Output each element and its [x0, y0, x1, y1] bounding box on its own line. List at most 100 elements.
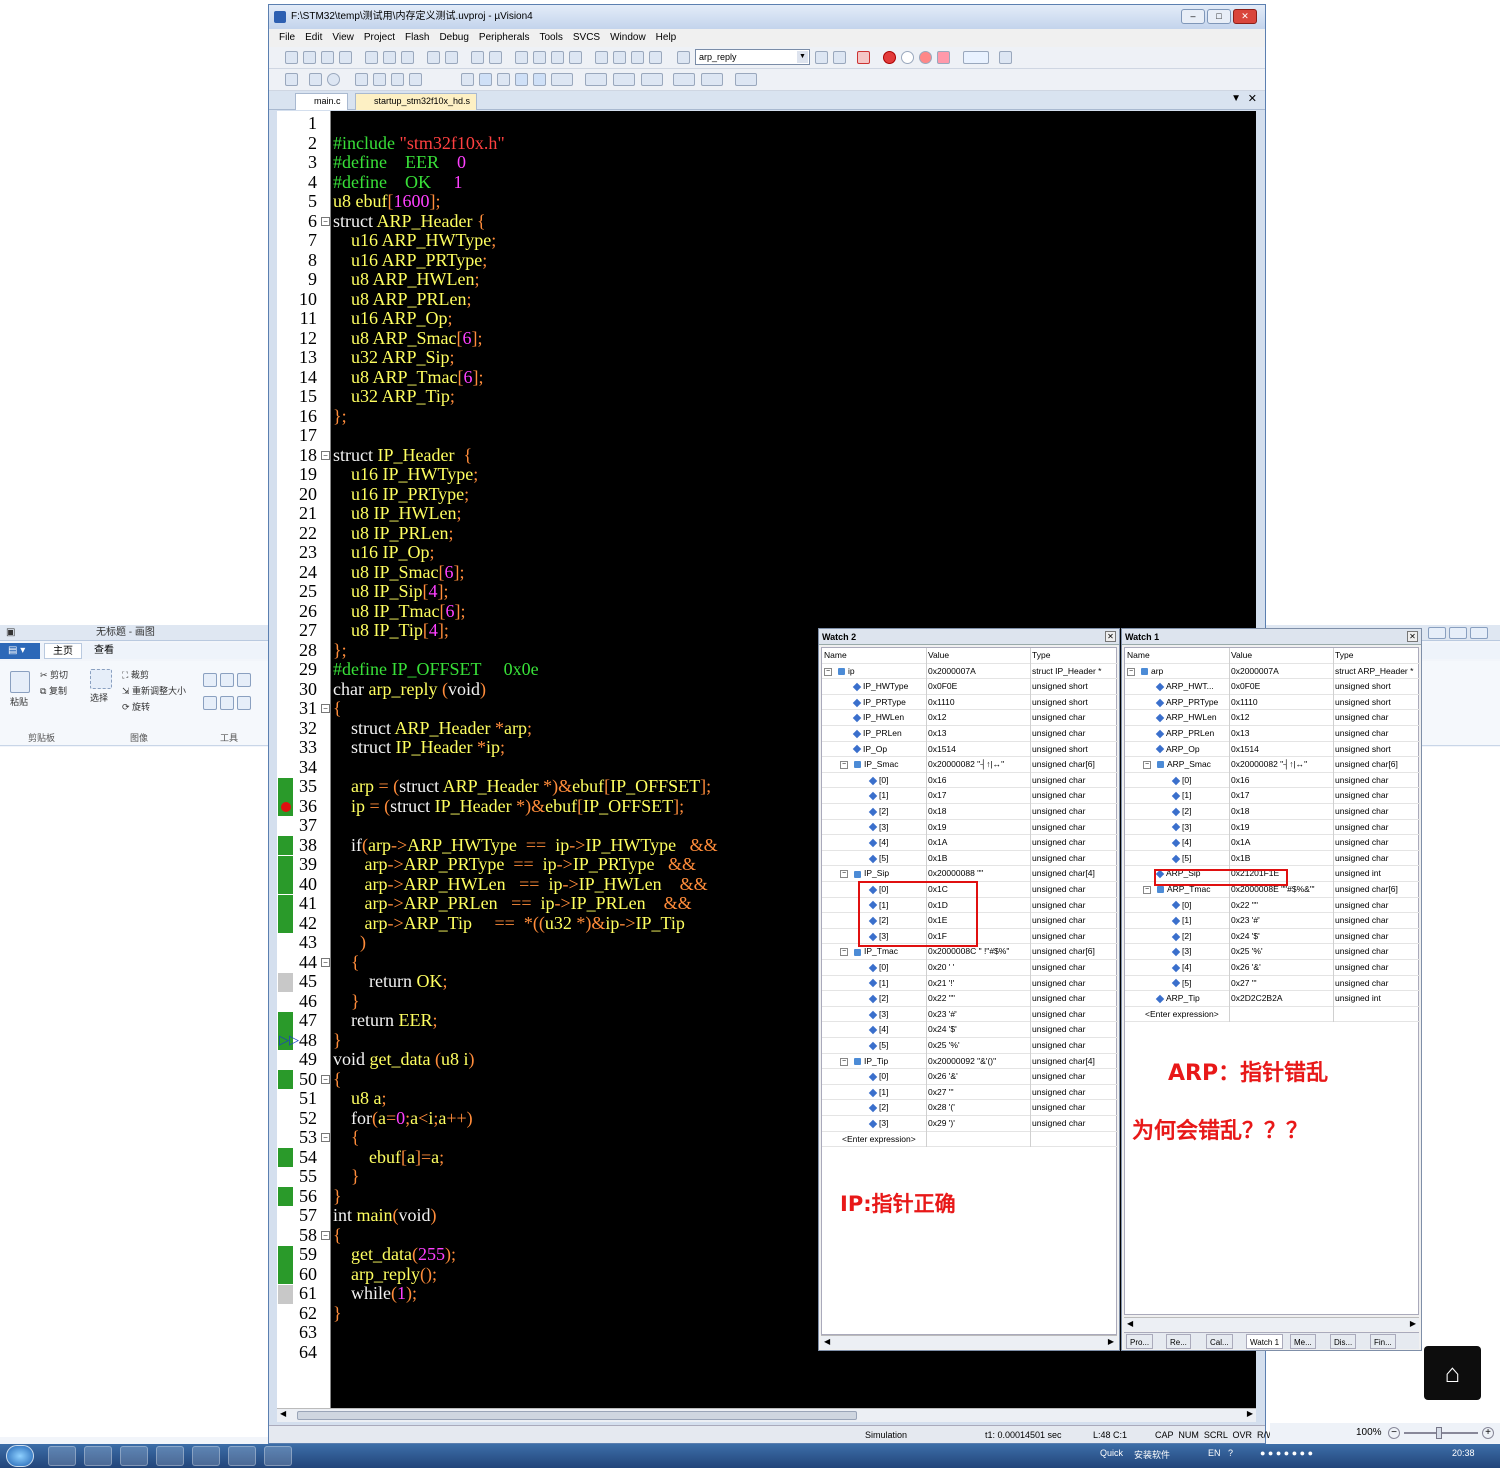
watch-row[interactable]: [3] 0x19 unsigned char	[822, 820, 1118, 836]
fold-toggle-icon[interactable]: −	[321, 1074, 330, 1084]
breakpoint-icon[interactable]	[281, 801, 291, 812]
fold-toggle-icon[interactable]: −	[321, 1133, 330, 1142]
taskbar-uvision[interactable]	[120, 1446, 148, 1466]
watch-row[interactable]: [3] 0x23 '#' unsigned char	[822, 1007, 1118, 1023]
code-line[interactable]: arp->ARP_Tip == *((u32 *)&ip->IP_Tip	[333, 913, 685, 934]
disassembly-window-icon[interactable]	[479, 73, 492, 86]
taskbar-chat[interactable]	[192, 1446, 220, 1466]
code-line[interactable]: }	[333, 1303, 342, 1324]
watch-row[interactable]: [4] 0x1A unsigned char	[1125, 835, 1420, 851]
reset-cpu-icon[interactable]	[285, 73, 298, 86]
watch-value[interactable]: 0x24 '$'	[1229, 929, 1333, 945]
code-line[interactable]: arp->ARP_PRType == ip->IP_PRType &&	[333, 854, 697, 875]
code-line[interactable]: #define EER 0	[333, 152, 466, 173]
column-header-type[interactable]: Type	[1333, 648, 1420, 664]
bottom-tab-re[interactable]: Re...	[1166, 1334, 1191, 1349]
paint-tab-home[interactable]: 主页	[44, 643, 82, 659]
watch-value[interactable]: 0x28 '('	[926, 1100, 1030, 1116]
code-line[interactable]: return EER;	[333, 1010, 438, 1031]
close-icon[interactable]	[1470, 627, 1489, 639]
comment-icon[interactable]	[631, 51, 644, 64]
code-line[interactable]: }	[333, 1166, 360, 1187]
watch-value[interactable]: 0x16	[1229, 773, 1333, 789]
fold-toggle-icon[interactable]: −	[321, 957, 330, 967]
watch-value[interactable]: 0x20000088 ""	[926, 866, 1030, 882]
watch-row[interactable]: [5] 0x27 ''' unsigned char	[1125, 976, 1420, 992]
kill-breakpoints-icon[interactable]	[919, 51, 932, 64]
next-bookmark-icon[interactable]	[551, 51, 564, 64]
start-button[interactable]	[6, 1445, 34, 1467]
undo-icon[interactable]	[427, 51, 440, 64]
tray-icons[interactable]: ● ● ● ● ● ● ●	[1260, 1448, 1313, 1458]
collapse-toggle-icon[interactable]: −	[840, 1057, 848, 1066]
watch-row[interactable]: − arp 0x2000007A struct ARP_Header *	[1125, 664, 1420, 680]
text-icon[interactable]	[237, 673, 252, 687]
watch-value[interactable]: 0x25 '%'	[1229, 944, 1333, 960]
tab-main-c[interactable]: main.c	[295, 93, 348, 110]
watch-value[interactable]: 0x0F0E	[1229, 679, 1333, 695]
code-line[interactable]: u8 IP_Tmac[6];	[333, 601, 465, 622]
watch-value[interactable]: 0x23 '#'	[1229, 913, 1333, 929]
watch-value[interactable]: 0x20000092 "&'()"	[926, 1054, 1030, 1070]
watch-row[interactable]: ARP_Tip 0x2D2C2B2A unsigned int	[1125, 991, 1420, 1007]
fill-icon[interactable]	[220, 673, 235, 687]
bottom-tab-dis[interactable]: Dis...	[1330, 1334, 1357, 1349]
serial-window-icon[interactable]	[613, 73, 635, 86]
watch1-hscroll[interactable]: ◀ ▶	[1124, 1317, 1419, 1331]
code-line[interactable]: {	[333, 698, 342, 719]
menu-window[interactable]: Window	[610, 32, 646, 43]
watch-row[interactable]: IP_PRType 0x1110 unsigned short	[822, 695, 1118, 711]
line-gutter[interactable]: 1 2 3 4 5 6−7 8 9 10 11 12 13 14 15 16 17 18−19 20 21 22 23 2…	[277, 111, 331, 1408]
paint-file-menu-button[interactable]: ▤ ▾	[0, 643, 40, 659]
watch-row[interactable]: [1] 0x17 unsigned char	[822, 788, 1118, 804]
watch-value[interactable]: 0x1514	[926, 742, 1030, 758]
watch2-hscroll[interactable]: ◀ ▶	[821, 1335, 1117, 1349]
code-line[interactable]: u8 ARP_HWLen;	[333, 269, 480, 290]
run-icon[interactable]	[309, 73, 322, 86]
watch-row[interactable]: [0] 0x16 unsigned char	[1125, 773, 1420, 789]
watch-value[interactable]: 0x19	[1229, 820, 1333, 836]
collapse-toggle-icon[interactable]: −	[1127, 667, 1135, 676]
menu-view[interactable]: View	[332, 32, 354, 43]
watch-row[interactable]: ARP_HWLen 0x12 unsigned char	[1125, 710, 1420, 726]
enter-expression-row[interactable]: <Enter expression>	[822, 1132, 1118, 1148]
code-line[interactable]: struct IP_Header *ip;	[333, 737, 505, 758]
code-line[interactable]: u8 IP_Sip[4];	[333, 581, 449, 602]
step-into-icon[interactable]	[355, 73, 368, 86]
fold-toggle-icon[interactable]: −	[321, 450, 330, 460]
zoom-in-icon[interactable]: +	[1482, 1427, 1494, 1439]
collapse-toggle-icon[interactable]: −	[824, 667, 832, 676]
code-line[interactable]: u8 ARP_Tmac[6];	[333, 367, 484, 388]
code-line[interactable]: u32 ARP_Tip;	[333, 386, 455, 407]
watch-row[interactable]: IP_PRLen 0x13 unsigned char	[822, 726, 1118, 742]
disable-breakpoint-icon[interactable]	[901, 51, 914, 64]
watch-value[interactable]: 0x1B	[1229, 851, 1333, 867]
watch-value[interactable]: 0x2000007A	[1229, 664, 1333, 680]
watch-value[interactable]: 0x2D2C2B2A	[1229, 991, 1333, 1007]
maximize-button[interactable]: □	[1207, 9, 1231, 24]
call-stack-window-icon[interactable]	[533, 73, 546, 86]
toolbox-icon[interactable]	[735, 73, 757, 86]
paste-button[interactable]: 粘贴	[10, 671, 30, 708]
menu-svcs[interactable]: SVCS	[573, 32, 600, 43]
column-header-type[interactable]: Type	[1030, 648, 1118, 664]
code-line[interactable]: {	[333, 1225, 342, 1246]
help-icon[interactable]: ?	[1228, 1448, 1233, 1458]
code-line[interactable]: #define IP_OFFSET 0x0e	[333, 659, 539, 680]
scroll-right-icon[interactable]: ▶	[1108, 1337, 1114, 1346]
open-file-icon[interactable]	[303, 51, 316, 64]
code-line[interactable]: while(1);	[333, 1283, 417, 1304]
watch-value[interactable]: 0x21 '!'	[926, 976, 1030, 992]
code-line[interactable]: u8 IP_PRLen;	[333, 523, 454, 544]
watch-row[interactable]: − IP_Sip 0x20000088 "" unsigned char[4]	[822, 866, 1118, 882]
window-layout-icon[interactable]	[963, 51, 989, 64]
insert-breakpoint-icon[interactable]	[883, 51, 896, 64]
prev-bookmark-icon[interactable]	[533, 51, 546, 64]
code-line[interactable]: }	[333, 991, 360, 1012]
code-line[interactable]: struct ARP_Header {	[333, 211, 486, 232]
code-line[interactable]: arp = (struct ARP_Header *)&ebuf[IP_OFFS…	[333, 776, 711, 797]
symbols-window-icon[interactable]	[497, 73, 510, 86]
watch-value[interactable]: 0x12	[1229, 710, 1333, 726]
tabs-dropdown-icon[interactable]: ▼	[1231, 93, 1241, 104]
watch-row[interactable]: − ip 0x2000007A struct IP_Header *	[822, 664, 1118, 680]
